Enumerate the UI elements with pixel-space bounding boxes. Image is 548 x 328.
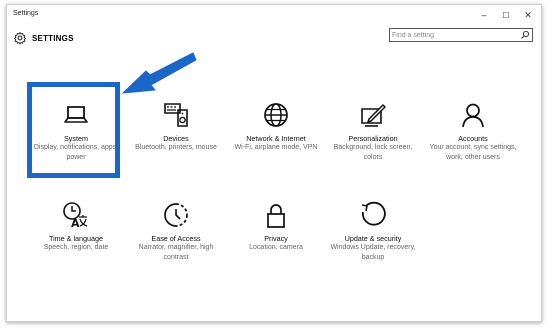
tile-description: Background, lock screen, colors [333,144,413,161]
tile-time-language[interactable]: A Time & language Speech, region, date [28,201,124,283]
update-icon [359,201,387,229]
search-input[interactable] [392,30,512,40]
devices-icon [162,101,190,129]
maximize-button[interactable]: ☐ [495,7,517,23]
tile-name: Ease of Access [151,234,201,243]
tile-description: Narrator, magnifier, high contrast [138,244,214,261]
tile-privacy[interactable]: Privacy Location, camera [228,201,324,283]
tile-name: Network & Internet [246,134,306,143]
tile-description: Windows Update, recovery, backup [330,244,416,261]
tile-ease-of-access[interactable]: Ease of Access Narrator, magnifier, high… [128,201,224,283]
tile-name: Personalization [348,134,398,143]
tile-name: Accounts [458,134,488,143]
personalization-icon [359,101,387,129]
tile-description: Speech, region, date [43,244,109,251]
tile-name: Update & security [344,234,402,243]
tile-name: Time & language [48,234,104,243]
tile-devices[interactable]: Devices Bluetooth, printers, mouse [128,101,224,183]
tile-description: Location, camera [249,244,303,251]
lock-icon [262,201,290,229]
minimize-button[interactable]: – [473,7,495,23]
title-bar: Settings – ☐ ✕ [7,5,541,25]
svg-text:A: A [71,217,80,229]
close-button[interactable]: ✕ [517,7,539,23]
settings-header: SETTINGS [7,25,541,53]
tile-description: Bluetooth, printers, mouse [135,144,217,151]
tile-personalization[interactable]: Personalization Background, lock screen,… [325,101,421,183]
tile-description: Your account, sync settings, work, other… [429,144,517,161]
search-box[interactable] [389,28,533,42]
search-icon[interactable] [520,30,530,40]
window-title: Settings [13,10,39,17]
tile-name: Devices [163,134,189,143]
tile-name: Privacy [264,234,288,243]
ease-of-access-icon [162,201,190,229]
highlight-box [27,82,120,178]
tile-accounts[interactable]: Accounts Your account, sync settings, wo… [425,101,521,183]
tile-description: Wi-Fi, airplane mode, VPN [234,144,318,151]
tile-update-security[interactable]: Update & security Windows Update, recove… [325,201,421,283]
gear-icon [13,31,27,45]
time-language-icon: A [62,201,90,229]
tile-network-internet[interactable]: Network & Internet Wi-Fi, airplane mode,… [228,101,324,183]
globe-icon [262,101,290,129]
settings-heading: SETTINGS [32,34,74,43]
person-icon [459,101,487,129]
